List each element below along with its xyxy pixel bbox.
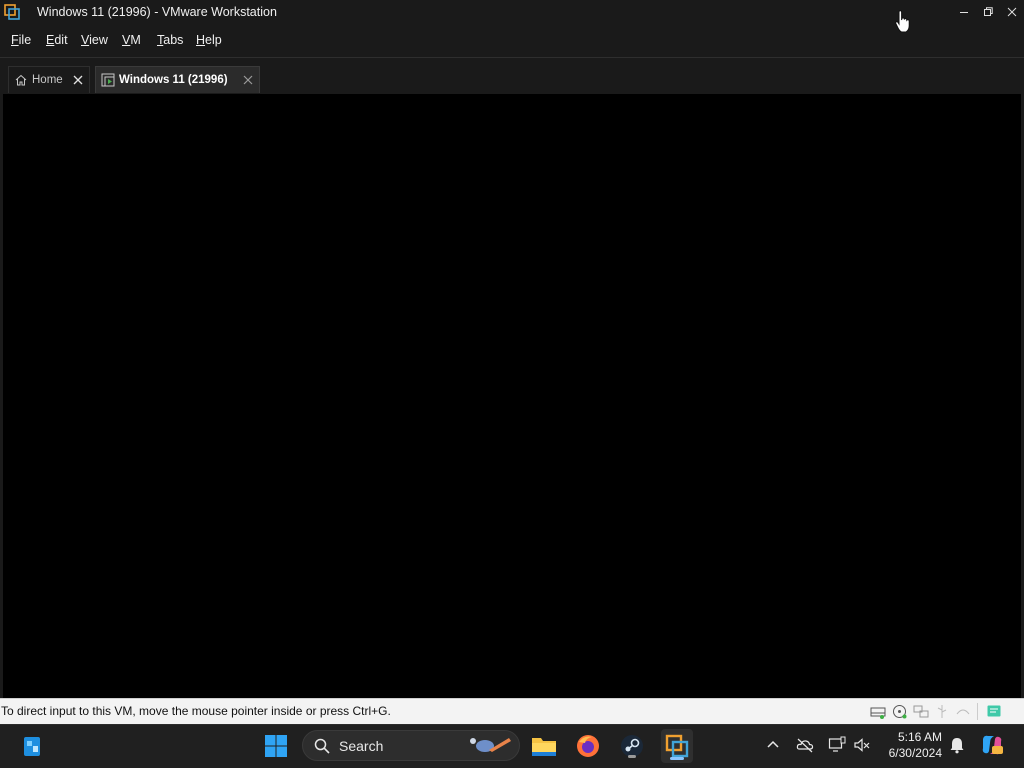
- close-tab-vm-icon[interactable]: [241, 73, 255, 87]
- window-title: Windows 11 (21996) - VMware Workstation: [37, 5, 277, 19]
- search-icon: [314, 738, 330, 754]
- file-explorer-icon: [532, 738, 556, 756]
- hard-disk-icon[interactable]: [870, 704, 886, 719]
- widgets-icon: [24, 737, 40, 756]
- menu-bar: File Edit View VM Tabs Help: [0, 24, 1024, 58]
- minimize-button[interactable]: [952, 0, 976, 24]
- taskbar: Search 5:16 AM 6/30/2024: [0, 724, 1024, 768]
- steam-running-indicator: [628, 755, 636, 758]
- clock-date: 6/30/2024: [888, 746, 942, 760]
- cd-rom-icon[interactable]: [892, 704, 908, 719]
- vmware-app-icon[interactable]: [4, 4, 20, 20]
- taskbar-search-box[interactable]: Search: [302, 730, 520, 761]
- start-icon: [265, 735, 287, 757]
- status-divider: [977, 703, 978, 720]
- menu-help[interactable]: Help: [196, 33, 222, 47]
- file-explorer-button[interactable]: [529, 731, 559, 761]
- firefox-button[interactable]: [573, 731, 603, 761]
- steam-button[interactable]: [617, 731, 647, 761]
- minimize-icon: [960, 12, 968, 13]
- sound-icon[interactable]: [955, 704, 971, 719]
- title-bar[interactable]: Windows 11 (21996) - VMware Workstation: [0, 0, 1024, 24]
- notification-bell-icon[interactable]: [948, 736, 966, 754]
- network-icon[interactable]: [913, 704, 929, 719]
- status-message: To direct input to this VM, move the mou…: [1, 704, 391, 718]
- onedrive-icon[interactable]: [796, 736, 814, 754]
- vmware-taskbar-button[interactable]: [661, 729, 693, 763]
- home-icon: [15, 74, 27, 86]
- clock-time: 5:16 AM: [897, 730, 942, 744]
- menu-view[interactable]: View: [81, 33, 108, 47]
- tab-vm-label: Windows 11 (21996): [119, 74, 228, 86]
- vm-icon: [101, 73, 115, 87]
- hand-cursor-icon: [895, 10, 910, 33]
- message-icon[interactable]: [986, 704, 1002, 719]
- copilot-icon[interactable]: [980, 733, 1004, 757]
- status-bar: To direct input to this VM, move the mou…: [0, 698, 1024, 724]
- menu-tabs[interactable]: Tabs: [157, 33, 183, 47]
- tab-home-label: Home: [32, 74, 63, 86]
- tab-windows-11-vm[interactable]: Windows 11 (21996): [95, 66, 260, 93]
- vmware-active-indicator: [670, 757, 684, 760]
- usb-icon[interactable]: [934, 704, 950, 719]
- widgets-button[interactable]: [17, 731, 47, 761]
- search-highlight-icon: [470, 738, 511, 752]
- close-icon: [1007, 7, 1017, 17]
- volume-icon[interactable]: [853, 736, 871, 754]
- firefox-icon: [577, 735, 599, 757]
- close-tab-home-icon[interactable]: [71, 73, 85, 87]
- search-label: Search: [339, 738, 384, 754]
- menu-edit[interactable]: Edit: [46, 33, 68, 47]
- chevron-up-icon[interactable]: [764, 736, 782, 754]
- menu-file[interactable]: File: [11, 33, 31, 47]
- display-icon[interactable]: [828, 736, 846, 754]
- restore-button[interactable]: [976, 0, 1000, 24]
- vm-display[interactable]: [3, 94, 1021, 698]
- clock[interactable]: 5:16 AM 6/30/2024: [878, 729, 942, 761]
- tab-home[interactable]: Home: [8, 66, 90, 93]
- start-button[interactable]: [261, 731, 291, 761]
- vmware-icon: [665, 734, 689, 758]
- restore-icon: [984, 7, 993, 16]
- menu-vm[interactable]: VM: [122, 33, 141, 47]
- close-window-button[interactable]: [1000, 0, 1024, 24]
